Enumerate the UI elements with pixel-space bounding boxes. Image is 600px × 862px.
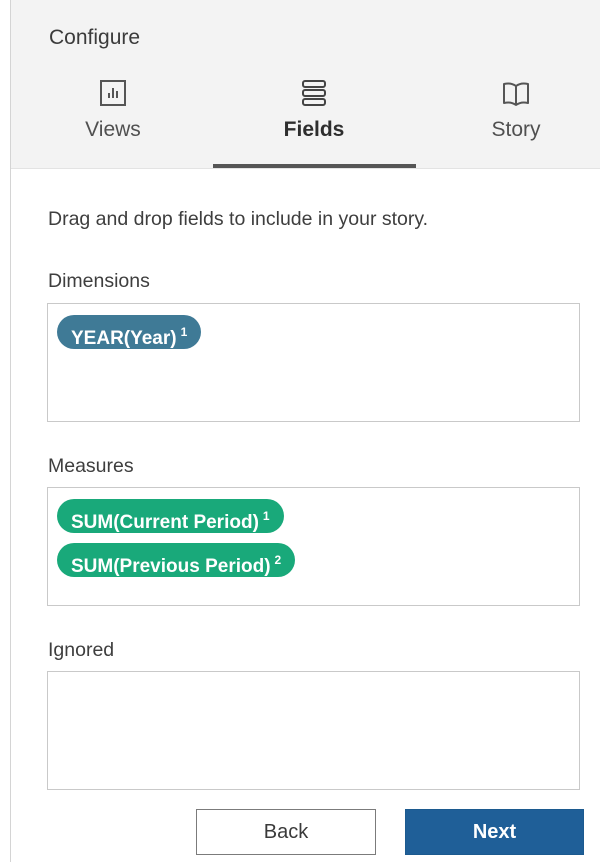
dimensions-dropzone[interactable]: YEAR(Year) 1: [47, 303, 580, 422]
next-button[interactable]: Next: [405, 809, 584, 855]
field-pill-current-period[interactable]: SUM(Current Period) 1: [57, 499, 284, 533]
stack-icon: [299, 78, 329, 108]
tab-views[interactable]: Views: [13, 78, 213, 168]
field-pill-previous-period[interactable]: SUM(Previous Period) 2: [57, 543, 296, 577]
field-pill-year[interactable]: YEAR(Year) 1: [57, 315, 202, 349]
pill-badge: 1: [180, 325, 188, 339]
pill-text: SUM(Previous Period): [71, 556, 271, 577]
instructions-text: Drag and drop fields to include in your …: [48, 208, 429, 230]
back-button[interactable]: Back: [196, 809, 376, 855]
dimensions-label: Dimensions: [48, 270, 150, 292]
active-tab-indicator: [213, 164, 416, 168]
tab-fields-label: Fields: [283, 118, 345, 141]
tab-views-label: Views: [85, 118, 141, 141]
book-icon: [501, 78, 531, 108]
ignored-label: Ignored: [48, 639, 115, 661]
pill-badge: 1: [262, 509, 270, 523]
tab-fields[interactable]: Fields: [214, 78, 414, 168]
measures-label: Measures: [48, 455, 134, 477]
configure-title: Configure: [49, 26, 141, 49]
pill-text: YEAR(Year): [71, 328, 177, 349]
ignored-dropzone[interactable]: [47, 671, 580, 790]
tab-story-label: Story: [491, 118, 541, 141]
tab-story[interactable]: Story: [416, 78, 600, 168]
measures-dropzone[interactable]: SUM(Current Period) 1 SUM(Previous Period…: [47, 487, 580, 606]
pill-text: SUM(Current Period): [71, 512, 259, 533]
pill-badge: 2: [274, 553, 282, 567]
bar-chart-icon: [98, 78, 128, 108]
